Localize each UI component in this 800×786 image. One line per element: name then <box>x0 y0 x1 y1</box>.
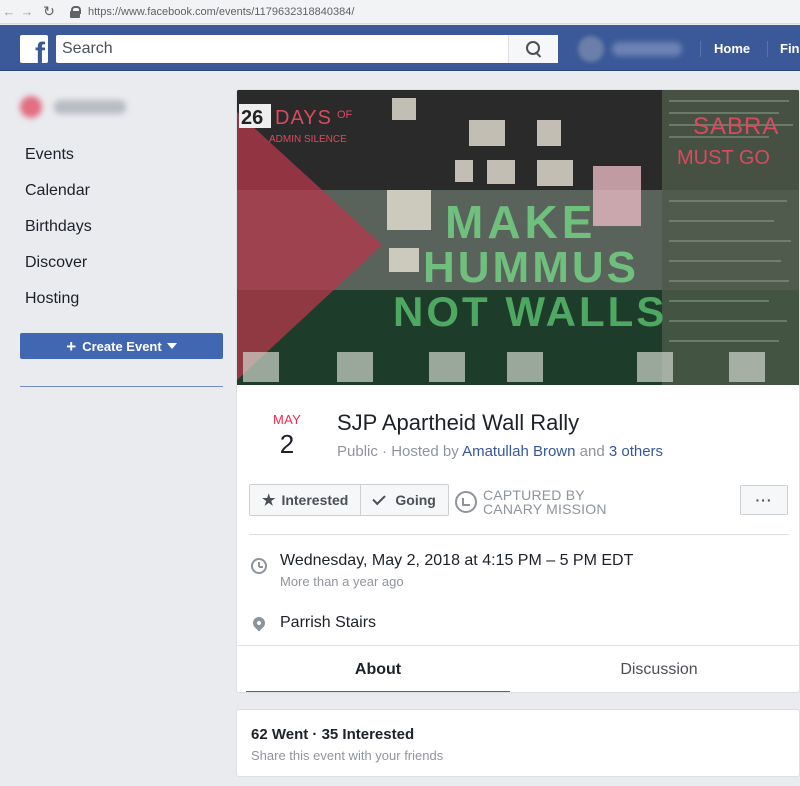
sidebar-item-events[interactable]: Events <box>25 146 74 164</box>
cover-sabra-text: SABRA <box>693 113 779 140</box>
cover-must-go-text: MUST GO <box>677 147 770 169</box>
cover-photo-illustration: 26 DAYS OF ADMIN SILENCE SABRA MUST GO M… <box>237 90 799 385</box>
tab-discussion[interactable]: Discussion <box>519 646 799 692</box>
event-host-line: Public · Hosted by Amatullah Brown and 3… <box>337 443 663 460</box>
reload-icon[interactable]: ↻ <box>40 0 58 24</box>
share-hint: Share this event with your friends <box>251 748 444 763</box>
avatar <box>578 36 604 62</box>
event-tabs: About Discussion <box>237 645 799 692</box>
cover-of-text: OF <box>337 109 353 121</box>
cover-days-count: 26 <box>241 107 263 129</box>
clock-icon <box>251 558 267 574</box>
url-field[interactable]: https://www.facebook.com/events/11796323… <box>70 2 354 22</box>
host-link[interactable]: Amatullah Brown <box>462 443 575 460</box>
sidebar-header-redacted <box>20 96 126 118</box>
event-cover-photo[interactable]: 26 DAYS OF ADMIN SILENCE SABRA MUST GO M… <box>237 90 799 385</box>
search-button[interactable] <box>508 35 558 63</box>
location-pin-icon <box>250 614 268 632</box>
going-button[interactable]: Going <box>361 484 449 516</box>
search-icon <box>525 41 542 57</box>
create-event-label: Create Event <box>82 338 162 354</box>
sidebar-divider <box>20 386 223 387</box>
url-text: https://www.facebook.com/events/11796323… <box>88 5 355 18</box>
event-title: SJP Apartheid Wall Rally <box>337 410 580 435</box>
search-bar <box>56 35 558 63</box>
browser-address-bar: ← → ↻ https://www.facebook.com/events/11… <box>0 0 800 24</box>
event-location[interactable]: Parrish Stairs <box>280 614 376 632</box>
home-link[interactable]: Home <box>714 41 750 56</box>
profile-name-redacted <box>612 42 682 56</box>
sidebar-header-text <box>54 100 126 114</box>
interested-label: Interested <box>281 492 349 508</box>
canary-clock-icon <box>455 491 477 513</box>
event-day: 2 <box>279 429 295 459</box>
back-arrow-icon[interactable]: ← <box>0 0 18 24</box>
watermark-line-1: CAPTURED BY <box>483 487 585 503</box>
plus-icon: + <box>66 336 77 356</box>
lock-icon <box>70 5 81 18</box>
sidebar-item-calendar[interactable]: Calendar <box>25 182 90 200</box>
cover-admin-text: ADMIN SILENCE <box>269 134 347 145</box>
canary-mission-watermark: CAPTURED BY CANARY MISSION <box>455 488 607 516</box>
and-text: and <box>575 443 609 460</box>
cover-hummus-text: HUMMUS <box>423 243 639 292</box>
event-datetime[interactable]: Wednesday, May 2, 2018 at 4:15 PM – 5 PM… <box>280 552 633 570</box>
tab-about[interactable]: About <box>246 646 510 692</box>
create-event-button[interactable]: + Create Event <box>20 333 223 359</box>
watermark-text: CAPTURED BY CANARY MISSION <box>483 488 607 516</box>
star-icon: ★ <box>262 492 276 509</box>
facebook-header: f Home Fin <box>0 25 800 71</box>
profile-shortcut[interactable] <box>578 35 688 63</box>
interested-button[interactable]: ★ Interested <box>249 484 362 516</box>
event-date-block: MAY 2 <box>261 412 313 460</box>
attendance-card: 62 Went · 35 Interested Share this event… <box>236 709 800 777</box>
events-icon <box>20 96 42 118</box>
sidebar-item-discover[interactable]: Discover <box>25 254 87 272</box>
header-divider <box>767 41 768 57</box>
caret-down-icon <box>166 343 177 349</box>
hosted-by-prefix: · Hosted by <box>377 443 463 460</box>
attendance-counts[interactable]: 62 Went · 35 Interested <box>251 726 414 743</box>
event-privacy: Public <box>337 443 378 460</box>
cover-make-text: MAKE <box>445 196 596 248</box>
watermark-line-2: CANARY MISSION <box>483 501 607 517</box>
facebook-logo-icon[interactable]: f <box>20 35 48 63</box>
header-divider <box>700 41 701 57</box>
event-card: 26 DAYS OF ADMIN SILENCE SABRA MUST GO M… <box>236 89 800 693</box>
sidebar-item-birthdays[interactable]: Birthdays <box>25 218 92 236</box>
section-divider <box>249 534 789 535</box>
checkmark-icon <box>372 491 387 505</box>
left-sidebar: Events Calendar Birthdays Discover Hosti… <box>0 72 236 786</box>
sidebar-item-hosting[interactable]: Hosting <box>25 290 79 308</box>
other-hosts-link[interactable]: 3 others <box>609 443 663 460</box>
more-options-button[interactable]: ··· <box>740 485 788 515</box>
event-month: MAY <box>272 412 302 427</box>
event-relative-time: More than a year ago <box>280 574 404 589</box>
rsvp-actions: ★ Interested Going <box>249 484 449 516</box>
going-label: Going <box>395 492 436 508</box>
cover-not-walls-text: NOT WALLS <box>393 288 667 335</box>
cover-days-word: DAYS <box>275 107 332 129</box>
forward-arrow-icon[interactable]: → <box>18 0 36 24</box>
active-tab-indicator <box>246 691 510 692</box>
search-input[interactable] <box>56 35 508 63</box>
find-friends-link[interactable]: Fin <box>780 41 800 56</box>
